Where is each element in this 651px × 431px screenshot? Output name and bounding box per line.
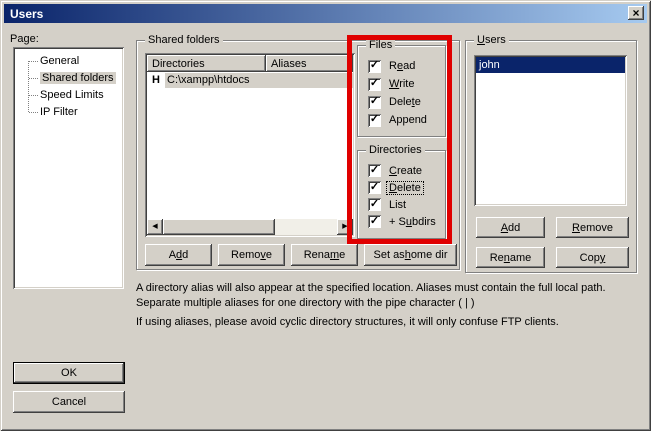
page-label: Page: (10, 33, 39, 45)
column-header-label: Directories (152, 58, 205, 70)
scroll-right-button[interactable]: ▶ (337, 219, 353, 235)
checkmark-icon: ✓ (370, 165, 379, 176)
checkmark-icon: ✓ (370, 96, 379, 107)
title-bar: Users (4, 4, 647, 23)
checkbox-dirs-subdirs[interactable]: ✓ + Subdirs (358, 213, 445, 230)
scroll-right-icon: ▶ (342, 219, 347, 235)
directory-path: C:\xampp\htdocs (165, 73, 353, 88)
checkbox-label: Write (387, 78, 416, 90)
checkbox-dirs-list[interactable]: ✓ List (358, 196, 445, 213)
cancel-button[interactable]: Cancel (13, 391, 125, 413)
users-group: Users john Add Remove Rename Copy (465, 40, 637, 273)
column-header-label: Aliases (271, 58, 306, 70)
tree-item-label: IP Filter (40, 106, 78, 118)
remove-user-button[interactable]: Remove (556, 217, 629, 238)
directories-permissions-group: Directories ✓ Create ✓ Delete ✓ List ✓ +… (357, 150, 446, 239)
tree-item-label: Speed Limits (40, 89, 104, 101)
users-listbox[interactable]: john (474, 55, 627, 206)
checkbox-dirs-delete[interactable]: ✓ Delete (358, 179, 445, 196)
directories-group-label: Directories (366, 144, 425, 157)
tree-item-speed-limits[interactable]: Speed Limits (13, 87, 124, 104)
shared-folders-group-label: Shared folders (145, 34, 223, 47)
users-dialog: Users × Page: General Shared folders Spe… (0, 0, 651, 431)
checkbox-box: ✓ (368, 164, 381, 177)
checkbox-files-read[interactable]: ✓ Read (358, 57, 445, 75)
checkbox-label: Read (387, 60, 417, 72)
checkbox-box: ✓ (368, 60, 381, 73)
column-header-aliases[interactable]: Aliases (266, 55, 353, 72)
users-group-label: Users (474, 34, 509, 47)
close-icon: × (632, 8, 639, 18)
checkmark-icon: ✓ (370, 199, 379, 210)
alias-help-line-2: If using aliases, please avoid cyclic di… (136, 315, 644, 330)
directories-listview[interactable]: Directories Aliases H C:\xampp\htdocs ◀ … (145, 53, 355, 237)
rename-user-button[interactable]: Rename (476, 247, 545, 268)
alias-help-text: A directory alias will also appear at th… (136, 281, 644, 334)
scroll-left-icon: ◀ (152, 219, 157, 235)
ok-button[interactable]: OK (13, 362, 125, 384)
checkbox-box: ✓ (368, 114, 381, 127)
directories-checkbox-list: ✓ Create ✓ Delete ✓ List ✓ + Subdirs (358, 162, 445, 230)
directory-row[interactable]: H C:\xampp\htdocs (147, 72, 353, 88)
tree-item-general[interactable]: General (13, 53, 124, 70)
checkbox-files-write[interactable]: ✓ Write (358, 75, 445, 93)
checkbox-label-focused: Delete (387, 182, 423, 194)
remove-folder-button[interactable]: Remove (218, 244, 285, 266)
checkbox-box: ✓ (368, 96, 381, 109)
tree-item-label-selected: Shared folders (40, 72, 116, 84)
checkbox-box: ✓ (368, 181, 381, 194)
checkmark-icon: ✓ (370, 216, 379, 227)
close-button[interactable]: × (628, 6, 644, 20)
scrollbar-track[interactable] (163, 219, 337, 235)
set-as-home-dir-button[interactable]: Set as home dir (364, 244, 457, 266)
checkmark-icon: ✓ (370, 114, 379, 125)
listview-header: Directories Aliases (147, 55, 353, 72)
files-permissions-group: Files ✓ Read ✓ Write ✓ Delete ✓ Append (357, 45, 446, 137)
horizontal-scrollbar[interactable]: ◀ ▶ (147, 219, 353, 235)
checkbox-box: ✓ (368, 78, 381, 91)
add-user-button[interactable]: Add (476, 217, 545, 238)
checkbox-label: Append (387, 114, 429, 126)
window-title: Users (4, 7, 43, 21)
tree-item-shared-folders[interactable]: Shared folders (13, 70, 124, 87)
checkbox-label: Delete (387, 96, 423, 108)
files-group-label: Files (366, 39, 395, 52)
checkbox-box: ✓ (368, 215, 381, 228)
checkbox-label: + Subdirs (387, 216, 438, 228)
checkbox-label: Create (387, 165, 424, 177)
add-folder-button[interactable]: Add (145, 244, 212, 266)
checkmark-icon: ✓ (370, 60, 379, 71)
column-header-directories[interactable]: Directories (147, 55, 266, 72)
user-row-john[interactable]: john (476, 57, 625, 73)
alias-help-line-1: A directory alias will also appear at th… (136, 281, 644, 311)
copy-user-button[interactable]: Copy (556, 247, 629, 268)
checkbox-files-delete[interactable]: ✓ Delete (358, 93, 445, 111)
checkmark-icon: ✓ (370, 182, 379, 193)
tree-item-label: General (40, 55, 79, 67)
page-tree[interactable]: General Shared folders Speed Limits IP F… (13, 47, 124, 289)
checkbox-dirs-create[interactable]: ✓ Create (358, 162, 445, 179)
tree-item-ip-filter[interactable]: IP Filter (13, 104, 124, 121)
rename-folder-button[interactable]: Rename (291, 244, 358, 266)
scrollbar-thumb[interactable] (163, 219, 275, 235)
home-flag: H (147, 74, 165, 86)
checkbox-box: ✓ (368, 198, 381, 211)
files-checkbox-list: ✓ Read ✓ Write ✓ Delete ✓ Append (358, 57, 445, 129)
checkbox-label: List (387, 199, 408, 211)
checkbox-files-append[interactable]: ✓ Append (358, 111, 445, 129)
scroll-left-button[interactable]: ◀ (147, 219, 163, 235)
checkmark-icon: ✓ (370, 78, 379, 89)
